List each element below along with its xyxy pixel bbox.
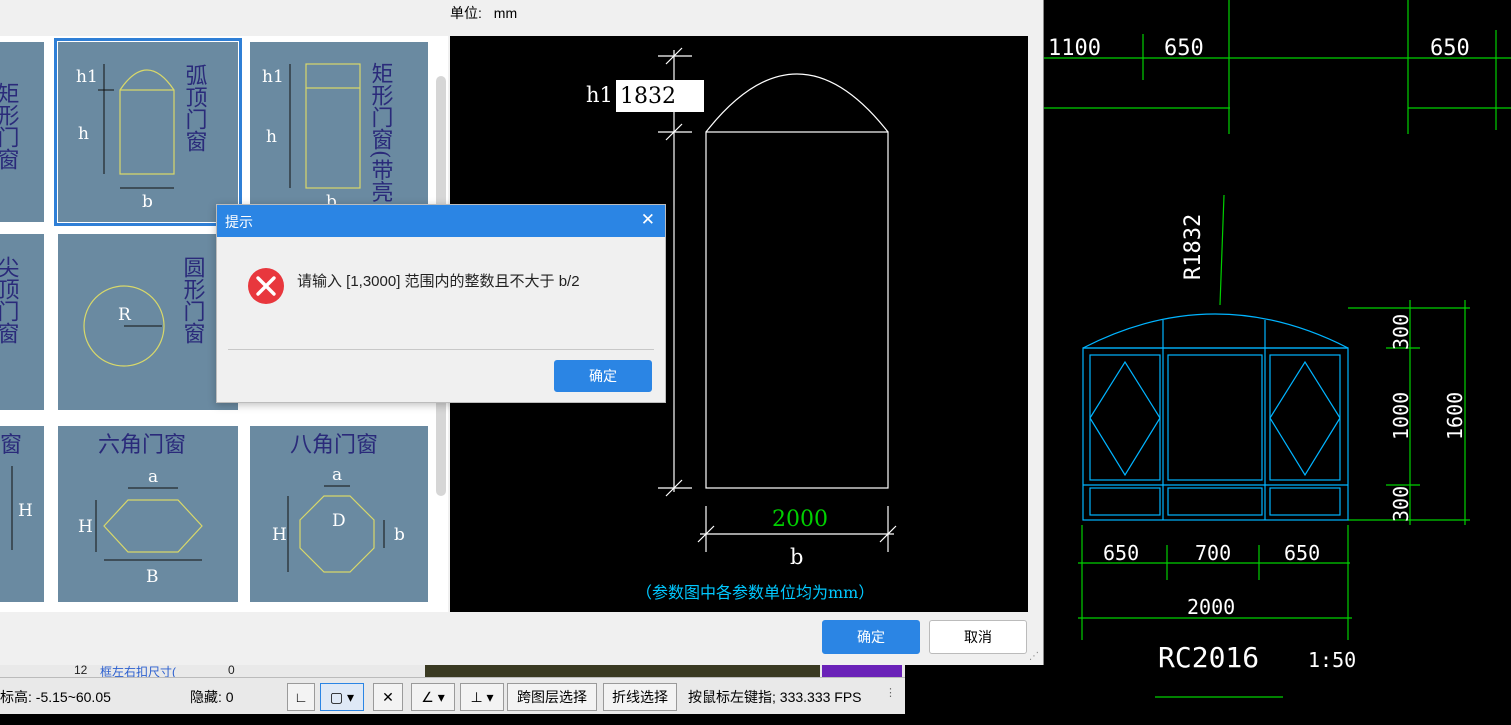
tile-6-label-h: H — [78, 517, 93, 537]
tile-2-label-h1: h1 — [262, 67, 284, 87]
tile-6-label-b: B — [146, 567, 159, 587]
layer-color-strip-purple — [822, 665, 902, 677]
tile-4-label-r: R — [118, 305, 132, 325]
tile-octagon-door-window[interactable]: a H D b 八角门窗 — [250, 426, 428, 602]
tile-6-label-a: a — [148, 467, 158, 487]
dialog-confirm-button[interactable]: 确定 — [822, 620, 920, 654]
preview-h1-label: h1 — [586, 83, 613, 107]
status-bar: 标高: -5.15~60.05 隐藏: 0 ∟ ▢ ▾ ✕ ∠ ▾ ⊥ ▾ 跨图… — [0, 677, 905, 714]
cad-top-dim-1: 1100 — [1048, 36, 1101, 61]
table-row-value: 0 — [228, 663, 235, 677]
ortho-icon[interactable]: ∟ — [287, 683, 315, 711]
tile-circular-door-window[interactable]: R 圆形门窗 — [58, 234, 238, 410]
alert-titlebar[interactable] — [217, 205, 665, 237]
alert-close-icon[interactable]: ✕ — [641, 210, 655, 230]
preview-width-value: 2000 — [772, 507, 828, 532]
tile-partial-door-window[interactable]: 窗 H — [0, 426, 44, 602]
tile-hexagon-door-window[interactable]: a H B 六角门窗 — [58, 426, 238, 602]
status-overflow-icon[interactable]: ⋮ — [885, 686, 896, 699]
cad-right-dim-2: 1000 — [1389, 392, 1413, 440]
cross-select-icon[interactable]: ✕ — [373, 683, 403, 711]
cad-window-name: RC2016 — [1158, 641, 1259, 674]
tile-7-label-a: a — [332, 465, 342, 485]
cad-total-dim: 2000 — [1187, 595, 1235, 619]
alert-title: 提示 — [225, 214, 253, 230]
alert-dialog: 提示 ✕ 请输入 [1,3000] 范围内的整数且不大于 b/2 确定 — [216, 204, 666, 403]
cad-bottom-dim-2: 700 — [1195, 541, 1231, 565]
alert-divider — [228, 349, 654, 350]
cad-right-dim-4: 1600 — [1443, 392, 1467, 440]
tile-rectangular-with-transom[interactable]: h1 h b 矩形门窗(带亮子) — [250, 42, 428, 222]
tile-6-name: 六角门窗 — [98, 433, 186, 458]
properties-table-strip: 12 框左右扣尺寸( 0 — [0, 663, 905, 679]
resize-grip-icon[interactable]: ⋰ — [1029, 652, 1039, 662]
tile-1-label-b: b — [142, 192, 153, 212]
tile-1-label-h: h — [78, 124, 89, 144]
cad-scale: 1:50 — [1308, 648, 1356, 672]
table-row-num: 12 — [74, 663, 88, 677]
cad-right-dim-1: 300 — [1389, 314, 1413, 350]
tile-4-name: 圆形门窗 — [180, 256, 206, 344]
unit-row: 单位: mm — [450, 3, 525, 23]
status-hint: 按鼠标左键指; 333.333 FPS — [688, 689, 862, 705]
cad-right-dim-3: 300 — [1389, 486, 1413, 522]
snap-box-dropdown[interactable]: ▢ ▾ — [320, 683, 364, 711]
cad-bottom-dim-1: 650 — [1103, 541, 1139, 565]
preview-unit-note: （参数图中各参数单位均为mm） — [636, 583, 874, 602]
alert-message: 请输入 [1,3000] 范围内的整数且不大于 b/2 — [297, 273, 580, 290]
cad-top-dim-2: 650 — [1164, 36, 1204, 61]
tile-5-name: 窗 — [0, 433, 22, 458]
h1-value-input[interactable] — [616, 80, 704, 112]
cad-bottom-dim-3: 650 — [1284, 541, 1320, 565]
tile-rectangular-door-window[interactable]: 矩形门窗 — [0, 42, 44, 222]
tile-3-name: 尖顶门窗 — [0, 256, 20, 344]
tile-0-name: 矩形门窗 — [0, 82, 20, 170]
tile-2-name: 矩形门窗(带亮子) — [368, 62, 394, 222]
error-icon — [248, 268, 284, 304]
tile-5-label-h: H — [18, 501, 33, 521]
cad-radius-label: R1832 — [1181, 214, 1206, 280]
tile-arc-top-door-window[interactable]: h1 h b 弧顶门窗 — [54, 38, 242, 226]
cross-layer-select-button[interactable]: 跨图层选择 — [507, 683, 597, 711]
elevation-readout: 标高: -5.15~60.05 — [0, 689, 111, 705]
cad-top-dim-3: 650 — [1430, 36, 1470, 61]
hidden-count: 隐藏: 0 — [190, 689, 234, 705]
tile-7-label-d: D — [332, 511, 346, 531]
tile-pointed-top-door-window[interactable]: 尖顶门窗 — [0, 234, 44, 410]
tile-1-label-h1: h1 — [76, 67, 98, 87]
dialog-cancel-button[interactable]: 取消 — [929, 620, 1027, 654]
unit-label: 单位: — [450, 5, 482, 21]
polyline-select-button[interactable]: 折线选择 — [603, 683, 677, 711]
tile-2-label-h: h — [266, 127, 277, 147]
alert-ok-button[interactable]: 确定 — [554, 360, 652, 392]
tile-7-label-h: H — [272, 525, 287, 545]
insert-dropdown[interactable]: ⊥ ▾ — [460, 683, 504, 711]
tile-7-name: 八角门窗 — [290, 433, 378, 458]
tile-1-name: 弧顶门窗 — [182, 64, 208, 152]
unit-value: mm — [493, 5, 518, 21]
angle-dropdown[interactable]: ∠ ▾ — [411, 683, 455, 711]
layer-color-strip — [425, 665, 820, 677]
tile-7-label-b: b — [394, 525, 405, 545]
preview-width-label: b — [790, 545, 803, 569]
